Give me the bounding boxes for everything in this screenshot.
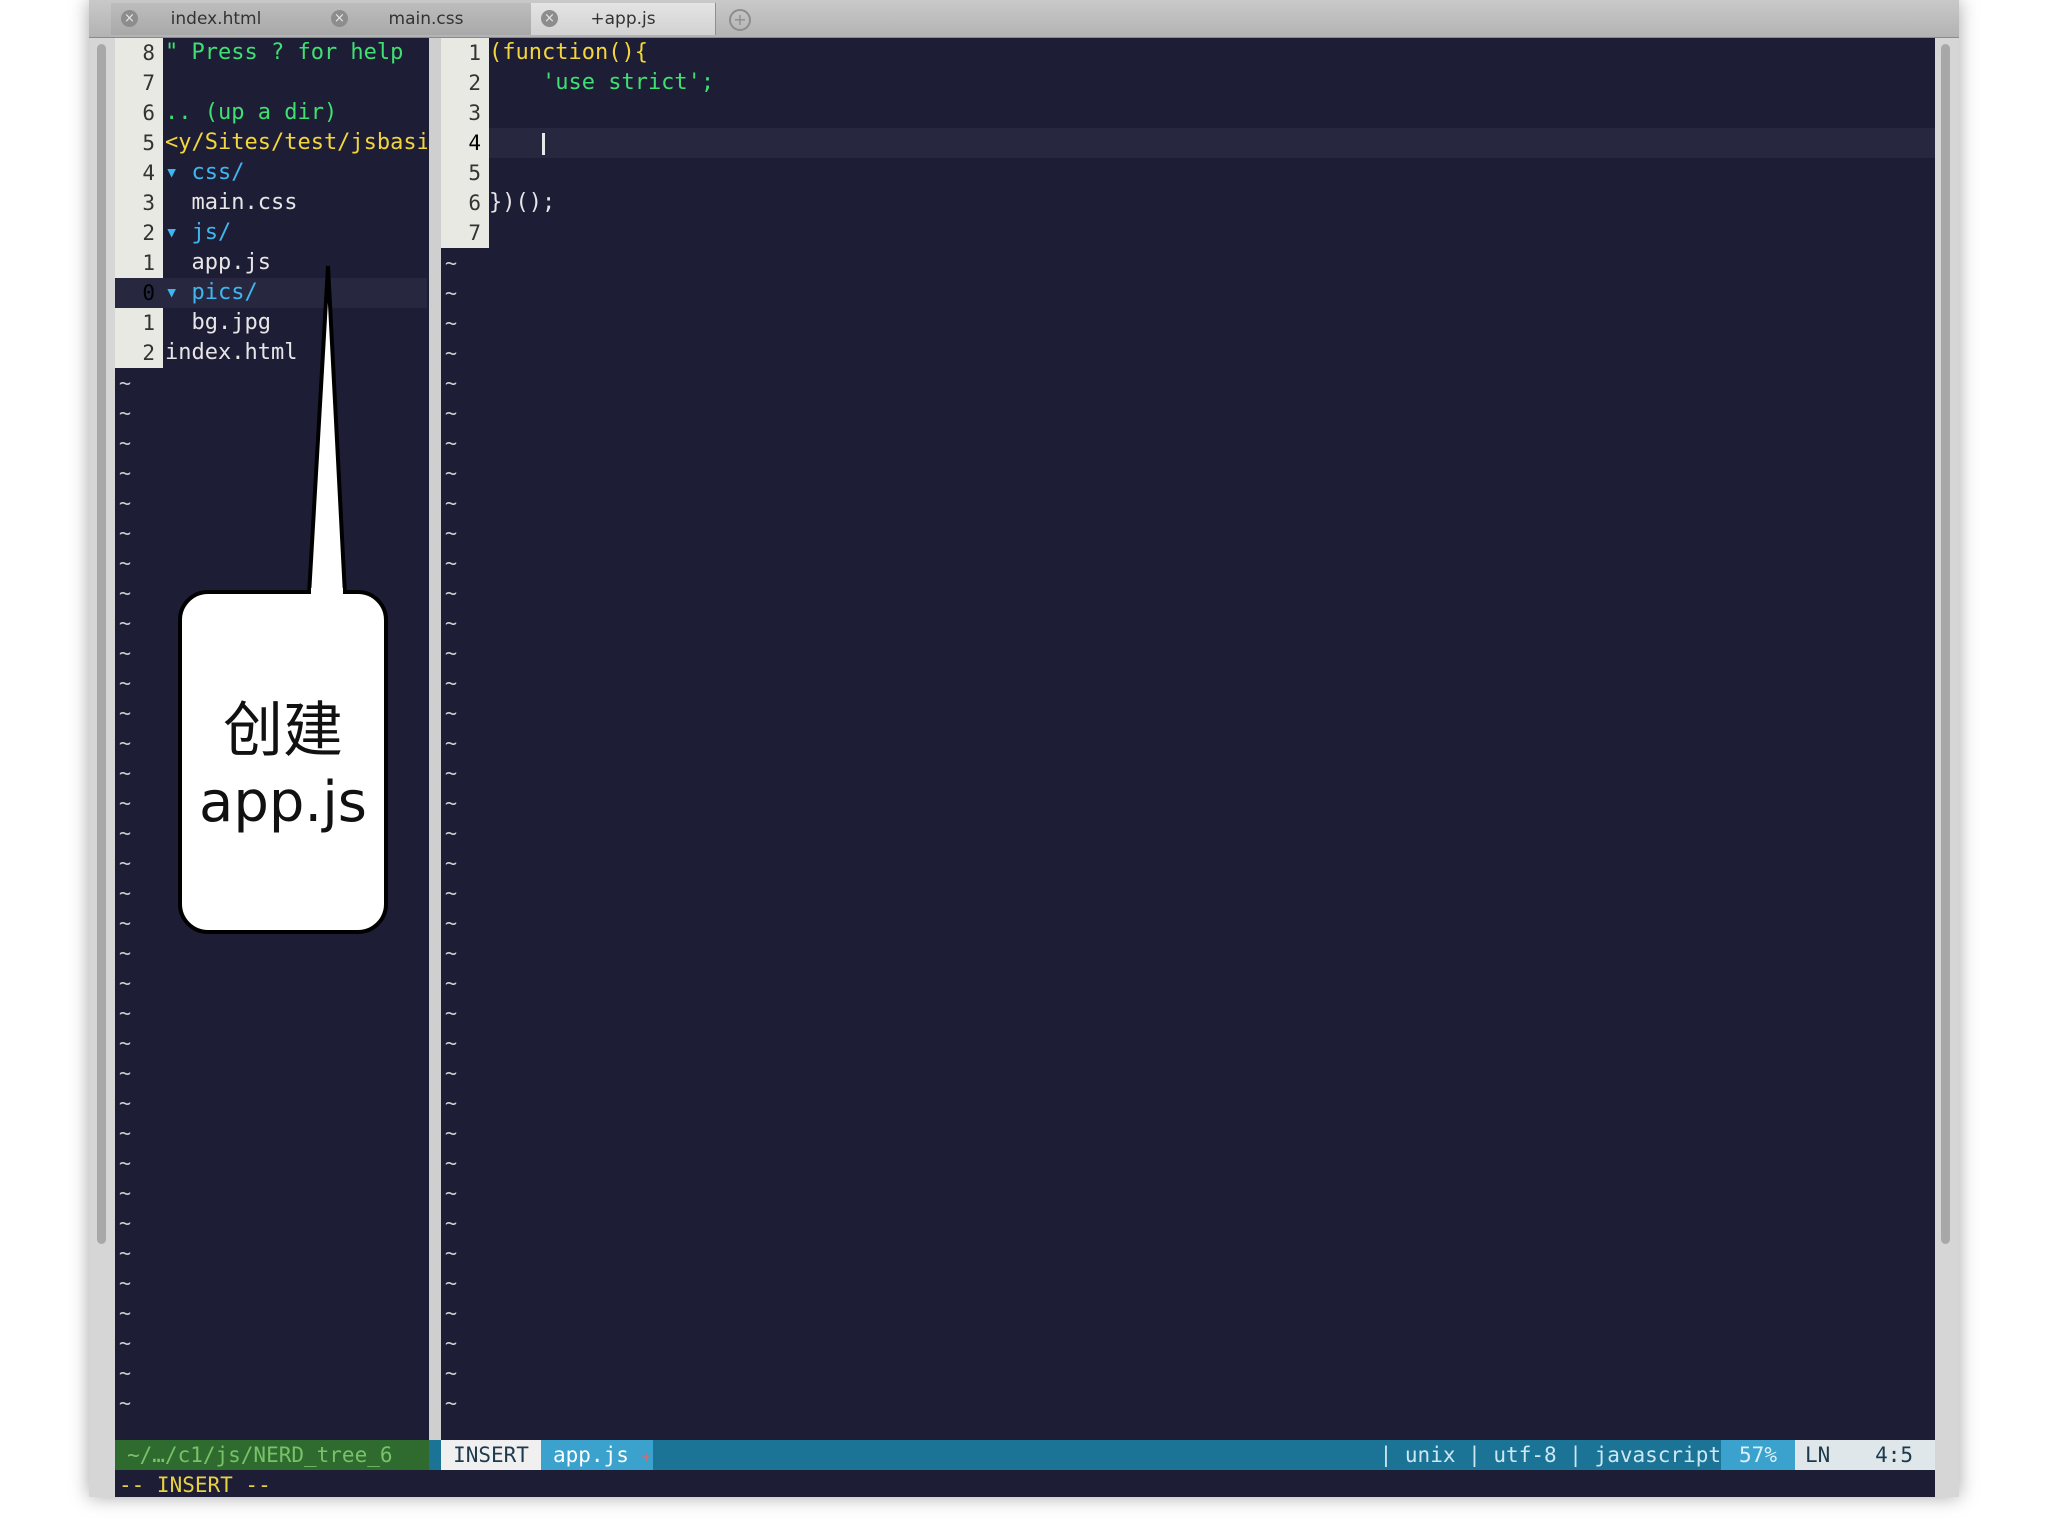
callout-join-patch bbox=[311, 588, 343, 598]
callout-join bbox=[311, 588, 343, 598]
